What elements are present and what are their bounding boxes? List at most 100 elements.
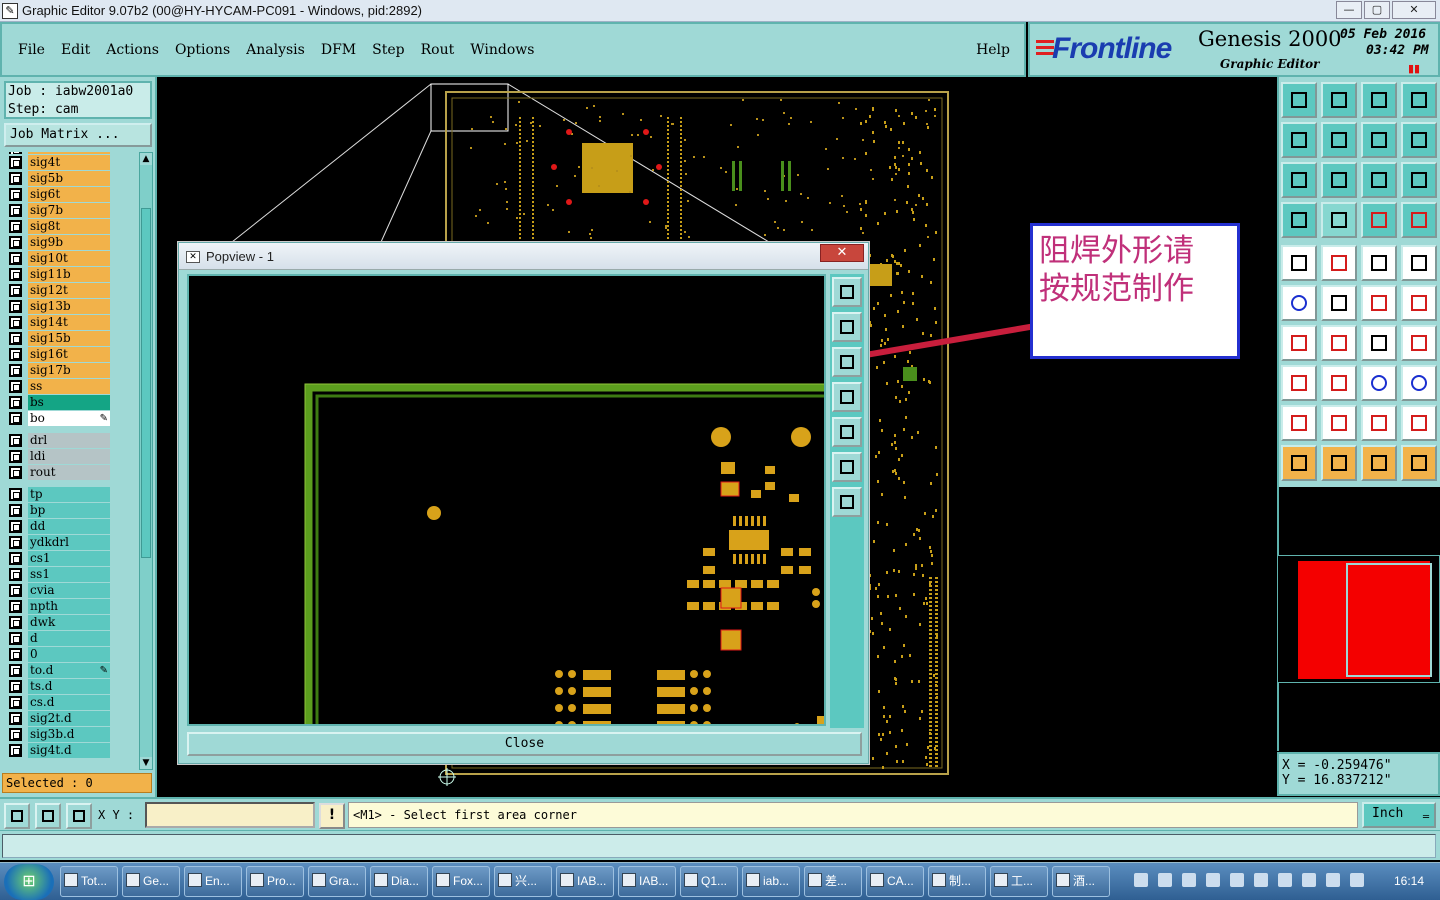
layer-checkbox[interactable] bbox=[9, 503, 22, 517]
layer-name[interactable]: sig10t bbox=[28, 250, 110, 266]
layer-checkbox[interactable] bbox=[9, 267, 22, 281]
tool-help-button[interactable] bbox=[1401, 162, 1437, 198]
layer-name[interactable]: ydkdrl bbox=[28, 534, 110, 550]
layer-checkbox[interactable] bbox=[9, 727, 22, 741]
tool-layers-button[interactable] bbox=[1361, 202, 1397, 238]
layer-name[interactable]: cs1 bbox=[28, 550, 110, 566]
tool-zoom-in-button[interactable] bbox=[1281, 162, 1317, 198]
layer-name[interactable]: d bbox=[28, 630, 110, 646]
layer-row[interactable]: sig10t bbox=[4, 250, 138, 266]
popview-tool-left-button[interactable] bbox=[832, 382, 862, 412]
layer-checkbox[interactable] bbox=[9, 299, 22, 313]
layer-row[interactable]: d bbox=[4, 630, 138, 646]
layer-name[interactable]: sig11b bbox=[28, 266, 110, 282]
layer-checkbox[interactable] bbox=[9, 363, 22, 377]
flag-icon[interactable] bbox=[1350, 873, 1364, 887]
layer-checkbox[interactable] bbox=[9, 283, 22, 297]
layer-checkbox[interactable] bbox=[9, 235, 22, 249]
taskbar-item[interactable]: 工... bbox=[990, 866, 1048, 897]
layer-name[interactable]: 0 bbox=[28, 646, 110, 662]
layer-row[interactable]: sig15b bbox=[4, 330, 138, 346]
layer-checkbox[interactable] bbox=[9, 449, 22, 463]
popview-titlebar[interactable]: ✕ Popview - 1 ✕ bbox=[179, 243, 868, 270]
overview-map[interactable] bbox=[1277, 555, 1440, 683]
layer-checkbox[interactable] bbox=[9, 695, 22, 709]
popview-canvas[interactable] bbox=[187, 274, 826, 726]
layer-name[interactable]: sig13b bbox=[28, 298, 110, 314]
layer-checkbox[interactable] bbox=[9, 679, 22, 693]
menu-analysis[interactable]: Analysis bbox=[246, 42, 305, 58]
layer-name[interactable]: ldi bbox=[28, 448, 110, 464]
layer-checkbox[interactable] bbox=[9, 487, 22, 501]
layer-name[interactable]: sig8t bbox=[28, 218, 110, 234]
layer-row[interactable]: sig13b bbox=[4, 298, 138, 314]
layer-row[interactable]: sig4t bbox=[4, 154, 138, 170]
layer-row[interactable]: 0 bbox=[4, 646, 138, 662]
layer-checkbox[interactable] bbox=[9, 411, 22, 425]
tool-scale-button[interactable] bbox=[1361, 162, 1397, 198]
tray-icon[interactable] bbox=[1206, 873, 1220, 887]
tool-pan-left-button[interactable] bbox=[1281, 122, 1317, 158]
layer-row[interactable]: cs.d bbox=[4, 694, 138, 710]
tool-pad-button[interactable] bbox=[1281, 245, 1317, 281]
layer-checkbox[interactable] bbox=[9, 251, 22, 265]
tray-icon[interactable] bbox=[1158, 873, 1172, 887]
tool-cross-button[interactable] bbox=[1321, 285, 1357, 321]
clock[interactable]: 16:14 bbox=[1394, 874, 1424, 888]
tray-icon[interactable] bbox=[1134, 873, 1148, 887]
layer-name[interactable]: sig7b bbox=[28, 202, 110, 218]
layer-name[interactable]: cvia bbox=[28, 582, 110, 598]
close-window-button[interactable]: ✕ bbox=[1392, 1, 1436, 19]
popview-tool-right-button[interactable] bbox=[832, 417, 862, 447]
popview-close-button[interactable]: Close bbox=[187, 732, 862, 756]
menu-edit[interactable]: Edit bbox=[61, 42, 90, 58]
layer-name[interactable]: sig14t bbox=[28, 314, 110, 330]
layer-row[interactable]: tp bbox=[4, 486, 138, 502]
layer-name[interactable]: sig12t bbox=[28, 282, 110, 298]
popview-tool-up-button[interactable] bbox=[832, 312, 862, 342]
menu-file[interactable]: File bbox=[18, 42, 45, 58]
taskbar-item[interactable]: 差... bbox=[804, 866, 862, 897]
layer-name[interactable]: ss1 bbox=[28, 566, 110, 582]
layer-checkbox[interactable] bbox=[9, 583, 22, 597]
layer-checkbox[interactable] bbox=[9, 631, 22, 645]
layer-row[interactable]: sig9b bbox=[4, 234, 138, 250]
tray-icon[interactable] bbox=[1230, 873, 1244, 887]
layer-name[interactable]: ts.d bbox=[28, 678, 110, 694]
layer-scrollbar[interactable]: ▲ ▼ bbox=[139, 152, 153, 770]
layer-row[interactable]: rout bbox=[4, 464, 138, 480]
tool-zoom-out-button[interactable] bbox=[1321, 162, 1357, 198]
grid-mode-button[interactable] bbox=[66, 803, 92, 829]
tool-swap-button[interactable] bbox=[1361, 122, 1397, 158]
tray-icon[interactable] bbox=[1254, 873, 1268, 887]
tool-line-button[interactable] bbox=[1321, 245, 1357, 281]
layer-row[interactable]: sig3b.d bbox=[4, 726, 138, 742]
snap-mode-button[interactable] bbox=[4, 803, 30, 829]
layer-checkbox[interactable] bbox=[9, 567, 22, 581]
angle-mode-button[interactable] bbox=[35, 803, 61, 829]
tool-settings-button[interactable] bbox=[1281, 202, 1317, 238]
layer-row[interactable]: bp bbox=[4, 502, 138, 518]
overview-view-frame[interactable] bbox=[1346, 563, 1432, 677]
menu-actions[interactable]: Actions bbox=[106, 42, 159, 58]
layer-checkbox[interactable] bbox=[9, 647, 22, 661]
tool-segment2-button[interactable] bbox=[1401, 285, 1437, 321]
tool-connect-button[interactable] bbox=[1281, 285, 1317, 321]
layer-row[interactable]: sig5b bbox=[4, 170, 138, 186]
tool-arc-button[interactable] bbox=[1361, 325, 1397, 361]
layer-name[interactable]: sig2t.d bbox=[28, 710, 110, 726]
popview-tool-zoom-in-button[interactable] bbox=[832, 452, 862, 482]
layer-row[interactable]: sig14t bbox=[4, 314, 138, 330]
layer-row[interactable]: ss bbox=[4, 378, 138, 394]
tool-measure-button[interactable] bbox=[1361, 365, 1397, 401]
layer-name[interactable]: dd bbox=[28, 518, 110, 534]
layer-row[interactable]: bo ✎ bbox=[4, 410, 138, 426]
layer-checkbox[interactable] bbox=[9, 155, 22, 169]
taskbar-item[interactable]: Fox... bbox=[432, 866, 490, 897]
layer-row[interactable]: ydkdrl bbox=[4, 534, 138, 550]
tool-copy-button[interactable] bbox=[1401, 365, 1437, 401]
taskbar-item[interactable]: iab... bbox=[742, 866, 800, 897]
tool-angle-button[interactable] bbox=[1281, 325, 1317, 361]
menu-help[interactable]: Help bbox=[976, 42, 1010, 58]
menu-options[interactable]: Options bbox=[175, 42, 230, 58]
